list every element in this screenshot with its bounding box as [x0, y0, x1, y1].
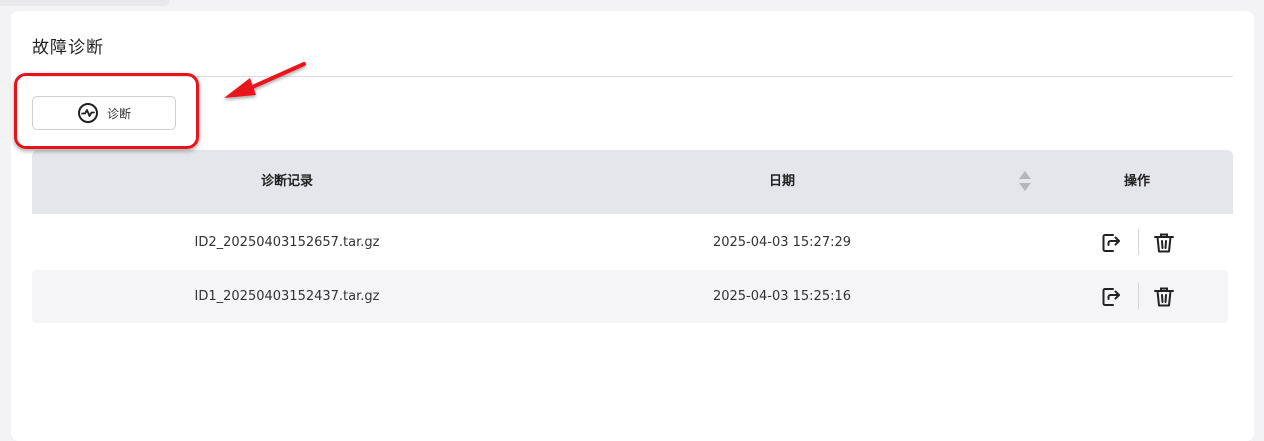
- row-actions: [1100, 229, 1180, 257]
- table-row: ID2_20250403152657.tar.gz 2025-04-03 15:…: [32, 216, 1228, 269]
- row-actions: [1100, 283, 1180, 311]
- title-divider: [32, 76, 1233, 77]
- date-cell: 2025-04-03 15:25:16: [712, 289, 852, 304]
- column-header-actions: 操作: [1123, 174, 1150, 189]
- action-separator: [1138, 229, 1139, 255]
- table-header: 诊断记录 日期 操作: [32, 150, 1233, 214]
- table-row: ID1_20250403152437.tar.gz 2025-04-03 15:…: [32, 270, 1228, 323]
- trash-icon[interactable]: [1152, 285, 1176, 309]
- sort-updown-icon[interactable]: [1018, 170, 1032, 196]
- export-icon[interactable]: [1100, 285, 1124, 309]
- column-header-record: 诊断记录: [260, 174, 313, 189]
- record-cell: ID1_20250403152437.tar.gz: [194, 289, 380, 304]
- export-icon[interactable]: [1100, 231, 1124, 255]
- trash-icon[interactable]: [1152, 231, 1176, 255]
- page-title: 故障诊断: [32, 38, 104, 58]
- record-cell: ID2_20250403152657.tar.gz: [194, 235, 380, 250]
- annotation-arrow-icon: [218, 58, 313, 110]
- date-cell: 2025-04-03 15:27:29: [712, 235, 852, 250]
- main-panel: 故障诊断 诊断 诊断记录 日期 操作 ID2_20250403152657.ta…: [11, 11, 1254, 441]
- action-separator: [1138, 283, 1139, 309]
- column-header-date[interactable]: 日期: [542, 150, 1022, 214]
- top-tab-strip: [0, 0, 170, 6]
- annotation-highlight-box: [14, 73, 199, 149]
